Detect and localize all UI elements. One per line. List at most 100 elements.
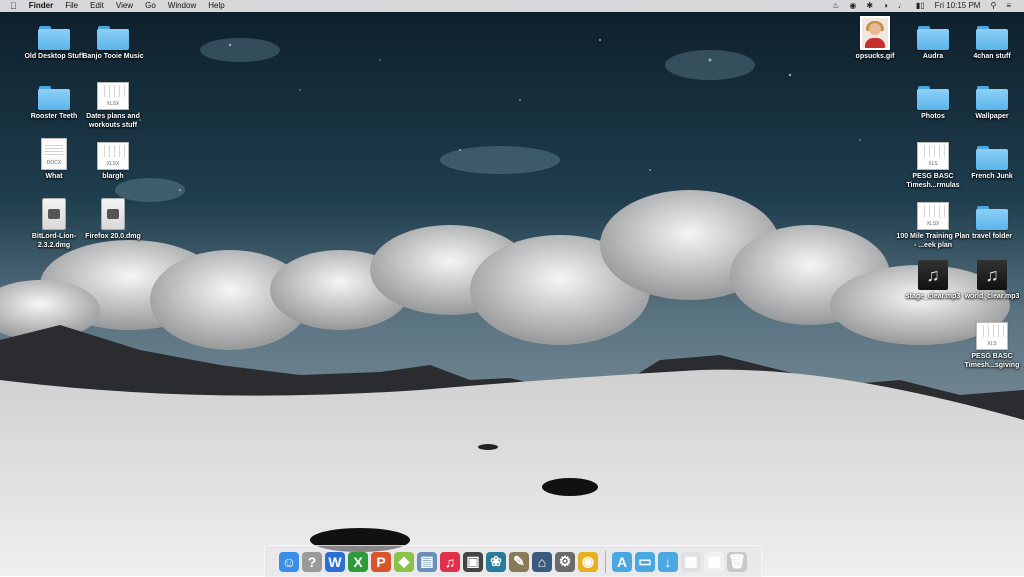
dock-glyph: W <box>328 553 342 570</box>
dock-glyph: ⚙ <box>558 553 572 569</box>
desktop-icon-label: Dates plans and workouts stuff <box>86 113 140 129</box>
folder-icon <box>975 138 1009 170</box>
dock-glyph: ☺ <box>281 553 297 570</box>
wifi-icon[interactable]: ◑ <box>878 0 893 12</box>
battery-icon[interactable]: ▮▯ <box>911 0 930 12</box>
bluetooth-icon[interactable]: ✱ <box>861 0 878 12</box>
finder-icon[interactable]: ☺ <box>279 551 299 572</box>
desktop-icon[interactable]: Wallpaper <box>955 78 1024 121</box>
preview-icon[interactable]: ▤ <box>417 551 437 572</box>
dock-glyph: ❀ <box>490 553 502 569</box>
dock-glyph: ◆ <box>398 553 410 569</box>
folder-icon <box>975 198 1009 230</box>
folder-icon <box>37 18 71 50</box>
desktop-icon[interactable]: XLSX Dates plans and workouts stuff <box>76 78 150 130</box>
camera-icon[interactable]: ◉ <box>844 0 861 12</box>
dock-glyph: ♫ <box>444 553 456 570</box>
dock-glyph: P <box>376 553 386 570</box>
music-file-icon: ♫ <box>975 258 1009 290</box>
documents-stack-icon[interactable]: ▭ <box>635 551 655 572</box>
desktop-icon-label: Banjo Tooie Music <box>82 53 144 60</box>
dock-separator <box>604 550 606 573</box>
status-area: ♨ ◉ ✱ ◑ ♩ ▮▯ Fri 10:15 PM ⚲ ≡ <box>827 0 1016 12</box>
folder-icon <box>37 78 71 110</box>
dock-glyph: ◉ <box>581 553 595 569</box>
wallpaper-landscape <box>0 0 1024 576</box>
notification-bell-icon[interactable]: ♨ <box>827 0 844 12</box>
menu-edit[interactable]: Edit <box>84 0 110 12</box>
word-icon[interactable]: W <box>325 551 345 572</box>
desktop-icon[interactable]: French Junk <box>955 138 1024 181</box>
dock-glyph: ▣ <box>466 553 480 569</box>
dock-stacks: A ▭ ↓ ▦ ▦ 🗑 <box>611 551 749 572</box>
desktop-icon[interactable]: Firefox 20.0.dmg <box>76 198 150 241</box>
menu-finder[interactable]: Finder <box>23 0 59 12</box>
dock-glyph: ▦ <box>707 553 721 569</box>
desktop-icon-label: blargh <box>102 173 124 180</box>
home-icon[interactable]: ⌂ <box>532 551 552 572</box>
disk-image-icon <box>37 198 71 230</box>
desktop-icon-label: travel folder <box>971 233 1013 240</box>
music-file-icon: ♫ <box>916 258 950 290</box>
android-icon[interactable]: ◆ <box>394 551 414 572</box>
image-file-icon <box>858 16 892 50</box>
desktop-icon[interactable]: XLS PESG BASC Timesh...sgiving <box>955 318 1024 370</box>
menu-bar-left:  Finder File Edit View Go Window Help <box>10 0 231 12</box>
desktop-icon[interactable]: travel folder <box>955 198 1024 241</box>
trash-icon[interactable]: 🗑 <box>727 551 747 572</box>
downloads-stack-icon[interactable]: ↓ <box>658 551 678 572</box>
gimp-icon[interactable]: ✎ <box>509 551 529 572</box>
recent-items-stack-icon[interactable]: ▦ <box>681 551 701 572</box>
volume-icon[interactable]: ♩ <box>893 0 911 12</box>
dock-glyph: ⌂ <box>537 553 547 570</box>
desktop-wallpaper <box>0 0 1024 576</box>
applications-stack-icon[interactable]: A <box>612 551 632 572</box>
photos-icon[interactable]: ❀ <box>486 551 506 572</box>
dock-glyph: ▤ <box>420 553 434 569</box>
menu-window[interactable]: Window <box>162 0 202 12</box>
desktop-icon[interactable]: XLSX blargh <box>76 138 150 181</box>
spreadsheet-file-icon: XLS <box>916 138 950 170</box>
excel-icon[interactable]: X <box>348 551 368 572</box>
desktop-icon[interactable]: ♫ world_clear.mp3 <box>955 258 1024 301</box>
dock-glyph: ▦ <box>684 553 698 569</box>
desktop-icon-label: French Junk <box>971 173 1013 180</box>
chrome-icon[interactable]: ◉ <box>578 551 598 572</box>
dock: ☺? W X P ◆ ▤ ♫ ▣ ❀ ✎ ⌂ ⚙ ◉ A ▭ ↓ ▦ ▦ 🗑 <box>264 545 762 577</box>
menu-help[interactable]: Help <box>202 0 230 12</box>
menu-view[interactable]: View <box>110 0 139 12</box>
apple-menu-icon[interactable]:  <box>10 1 23 11</box>
dock-glyph: ✎ <box>513 553 525 569</box>
system-preferences-icon[interactable]: ⚙ <box>555 551 575 572</box>
dock-glyph: X <box>353 553 363 570</box>
list-icon[interactable]: ≡ <box>1001 0 1016 12</box>
desktop-icon-label: world_clear.mp3 <box>964 293 1020 300</box>
menu-file[interactable]: File <box>59 0 84 12</box>
folder-icon <box>975 78 1009 110</box>
folder-icon <box>975 18 1009 50</box>
dock-glyph: ↓ <box>664 553 672 570</box>
help-icon[interactable]: ? <box>302 551 322 572</box>
spreadsheet-file-icon: XLSX <box>96 78 130 110</box>
dock-glyph: ? <box>307 553 317 570</box>
photo-booth-icon[interactable]: ▣ <box>463 551 483 572</box>
folder-icon <box>96 18 130 50</box>
document-file-icon: DOCX <box>37 138 71 170</box>
powerpoint-icon[interactable]: P <box>371 551 391 572</box>
desktop-icon[interactable]: 4chan stuff <box>955 18 1024 61</box>
clock[interactable]: Fri 10:15 PM <box>930 0 986 12</box>
itunes-icon[interactable]: ♫ <box>440 551 460 572</box>
search-icon[interactable]: ⚲ <box>985 0 1001 12</box>
dock-glyph: A <box>616 553 628 570</box>
menu-go[interactable]: Go <box>139 0 162 12</box>
dock-glyph: ▭ <box>638 553 652 569</box>
desktop-icon[interactable]: Banjo Tooie Music <box>76 18 150 61</box>
disk-image-icon <box>96 198 130 230</box>
dock-glyph: 🗑 <box>728 553 746 569</box>
desktop-icon-label: PESG BASC Timesh...sgiving <box>964 353 1020 369</box>
folder-icon <box>916 78 950 110</box>
recent-files-stack-icon[interactable]: ▦ <box>704 551 724 572</box>
spreadsheet-file-icon: XLSX <box>96 138 130 170</box>
spreadsheet-file-icon: XLSX <box>916 198 950 230</box>
desktop-icon-label: Wallpaper <box>975 113 1009 120</box>
